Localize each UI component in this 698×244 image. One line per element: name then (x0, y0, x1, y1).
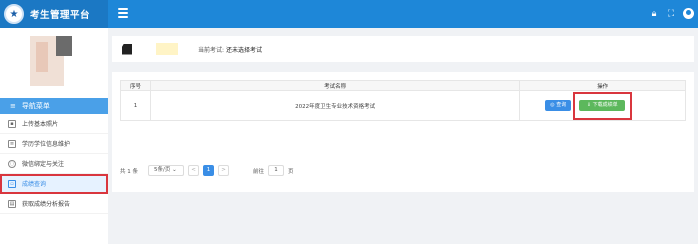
sidebar-item-label: 学历学位信息维护 (22, 141, 71, 148)
wechat-icon: ◌ (8, 159, 16, 168)
goto-label: 前往 (253, 168, 265, 175)
menu-toggle-button[interactable] (118, 8, 128, 18)
app-title: 考生管理平台 (30, 10, 91, 21)
current-exam-label: 当前考试: (198, 46, 225, 54)
profile-block (0, 28, 108, 98)
logo-icon: ★ (4, 4, 24, 24)
header-actions: 🔒︎ ⛶ (649, 8, 694, 19)
header-name: 考试名称 (149, 80, 521, 91)
exam-badge-icon (122, 43, 132, 55)
header-op: 操作 (519, 80, 686, 91)
sidebar-item-score-query[interactable]: ▫ 成绩查询 (0, 174, 108, 194)
prev-page-button[interactable]: < (188, 165, 199, 176)
nav-title: 导航菜单 (21, 102, 50, 110)
view-button[interactable]: ◎ 查询 (545, 100, 572, 111)
pagination: 共 1 条 5条/页 ⌄ < 1 > 前往 1 页 (120, 165, 294, 176)
sidebar-item-education[interactable]: ≡ 学历学位信息维护 (0, 134, 108, 154)
goto-page-input[interactable]: 1 (268, 165, 285, 176)
current-exam-value: 还未选择考试 (225, 46, 262, 54)
sidebar-item-label: 上传基本照片 (22, 121, 59, 128)
search-doc-icon: ▫ (8, 179, 16, 188)
exam-table-card: 序号 考试名称 操作 1 2022年度卫生专业技术资格考试 ◎ 查询 ⇓ 下载成… (112, 72, 694, 192)
report-icon: ▤ (8, 199, 16, 208)
pager-total: 共 1 条 (120, 168, 138, 175)
row-actions: ◎ 查询 ⇓ 下载成绩单 (519, 90, 686, 121)
sidebar-item-label: 成绩查询 (22, 181, 47, 188)
next-page-button[interactable]: > (218, 165, 229, 176)
header-no: 序号 (120, 80, 151, 91)
sidebar-item-report[interactable]: ▤ 获取成绩分析报告 (0, 194, 108, 214)
table-header-row: 序号 考试名称 操作 (120, 80, 686, 91)
row-no: 1 (120, 90, 151, 121)
download-transcript-button[interactable]: ⇓ 下载成绩单 (579, 100, 626, 111)
exam-table: 序号 考试名称 操作 1 2022年度卫生专业技术资格考试 ◎ 查询 ⇓ 下载成… (120, 80, 686, 121)
fullscreen-icon[interactable]: ⛶ (666, 9, 676, 19)
brand: ★ 考生管理平台 (0, 0, 108, 28)
profile-photo (30, 36, 72, 86)
nav-header: ≡ 导航菜单 (0, 98, 108, 114)
page-1-button[interactable]: 1 (203, 165, 214, 176)
photo-icon: ▪ (8, 119, 16, 128)
sidebar-item-wechat[interactable]: ◌ 微信绑定与关注 (0, 154, 108, 174)
current-exam: 当前考试: 还未选择考试 (198, 45, 262, 54)
sidebar-item-label: 获取成绩分析报告 (22, 201, 71, 208)
edit-icon: ≡ (8, 139, 16, 148)
main-content: 当前考试: 还未选择考试 序号 考试名称 操作 1 2022年度卫生专业技术资格… (108, 28, 698, 244)
sidebar: ≡ 导航菜单 ▪ 上传基本照片 ≡ 学历学位信息维护 ◌ 微信绑定与关注 ▫ 成… (0, 28, 108, 244)
row-exam-name: 2022年度卫生专业技术资格考试 (149, 90, 521, 121)
user-icon[interactable] (683, 8, 694, 19)
redacted-name (156, 43, 178, 55)
sidebar-item-label: 微信绑定与关注 (22, 161, 65, 168)
goto-suffix: 页 (288, 168, 294, 175)
lock-icon[interactable]: 🔒︎ (649, 9, 659, 19)
page-size-select[interactable]: 5条/页 ⌄ (148, 165, 184, 176)
current-exam-bar: 当前考试: 还未选择考试 (112, 36, 694, 62)
top-bar: ★ 考生管理平台 🔒︎ ⛶ (0, 0, 698, 28)
table-row: 1 2022年度卫生专业技术资格考试 ◎ 查询 ⇓ 下载成绩单 (120, 90, 686, 121)
menu-icon: ≡ (10, 102, 16, 110)
sidebar-item-upload-photo[interactable]: ▪ 上传基本照片 (0, 114, 108, 134)
